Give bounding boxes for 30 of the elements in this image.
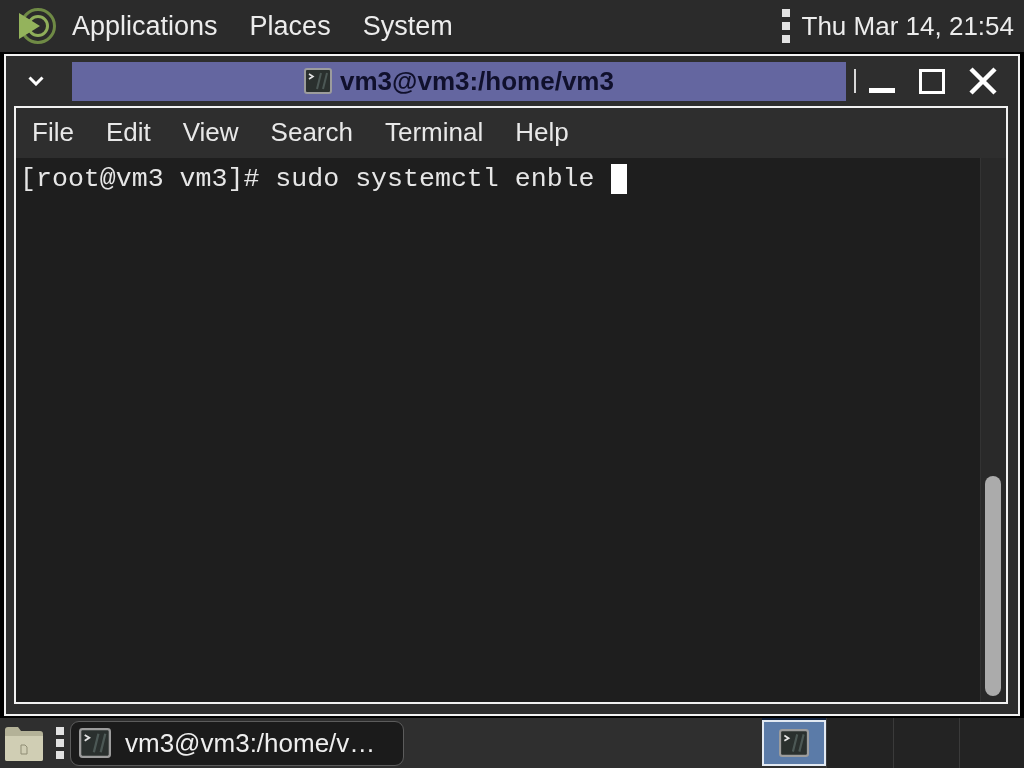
maximize-icon <box>919 68 945 94</box>
menu-item[interactable]: File <box>16 117 90 149</box>
terminal-icon <box>304 68 333 94</box>
terminal-line: [root@vm3 vm3]# sudo systemctl enble <box>20 164 595 194</box>
window-title: vm3@vm3:/home/vm3 <box>340 64 614 98</box>
taskbar-button[interactable]: vm3@vm3:/home/v… <box>70 720 404 766</box>
panel-menu[interactable]: System <box>346 9 469 43</box>
panel-menu[interactable]: Places <box>233 9 347 43</box>
menu-item[interactable]: Edit <box>89 117 167 149</box>
workspace-cell[interactable] <box>959 718 1024 768</box>
close-icon <box>969 67 997 95</box>
menu-item[interactable]: Help <box>499 117 585 149</box>
minimize-icon <box>869 87 895 93</box>
menu-item[interactable]: Search <box>254 117 369 149</box>
text-cursor-icon <box>610 164 627 194</box>
menu-item[interactable]: Terminal <box>369 117 500 149</box>
workspace-cell[interactable] <box>893 718 959 768</box>
menu-item[interactable]: View <box>166 117 255 149</box>
terminal-icon <box>79 728 111 758</box>
clock[interactable]: Thu Mar 14, 21:54 <box>801 6 1014 46</box>
workspace-cell[interactable] <box>826 718 893 768</box>
scrollbar[interactable] <box>980 158 1006 702</box>
panel-menu[interactable]: Applications <box>56 9 234 43</box>
drag-handle-icon[interactable] <box>56 727 64 759</box>
scrollbar-thumb[interactable] <box>985 476 1001 696</box>
chevron-down-icon <box>28 76 44 86</box>
logo-icon[interactable] <box>18 7 56 45</box>
terminal-area[interactable]: [root@vm3 vm3]# sudo systemctl enble <box>16 158 1006 702</box>
folder-icon[interactable] <box>4 724 44 762</box>
drag-handle-icon[interactable] <box>781 9 790 43</box>
